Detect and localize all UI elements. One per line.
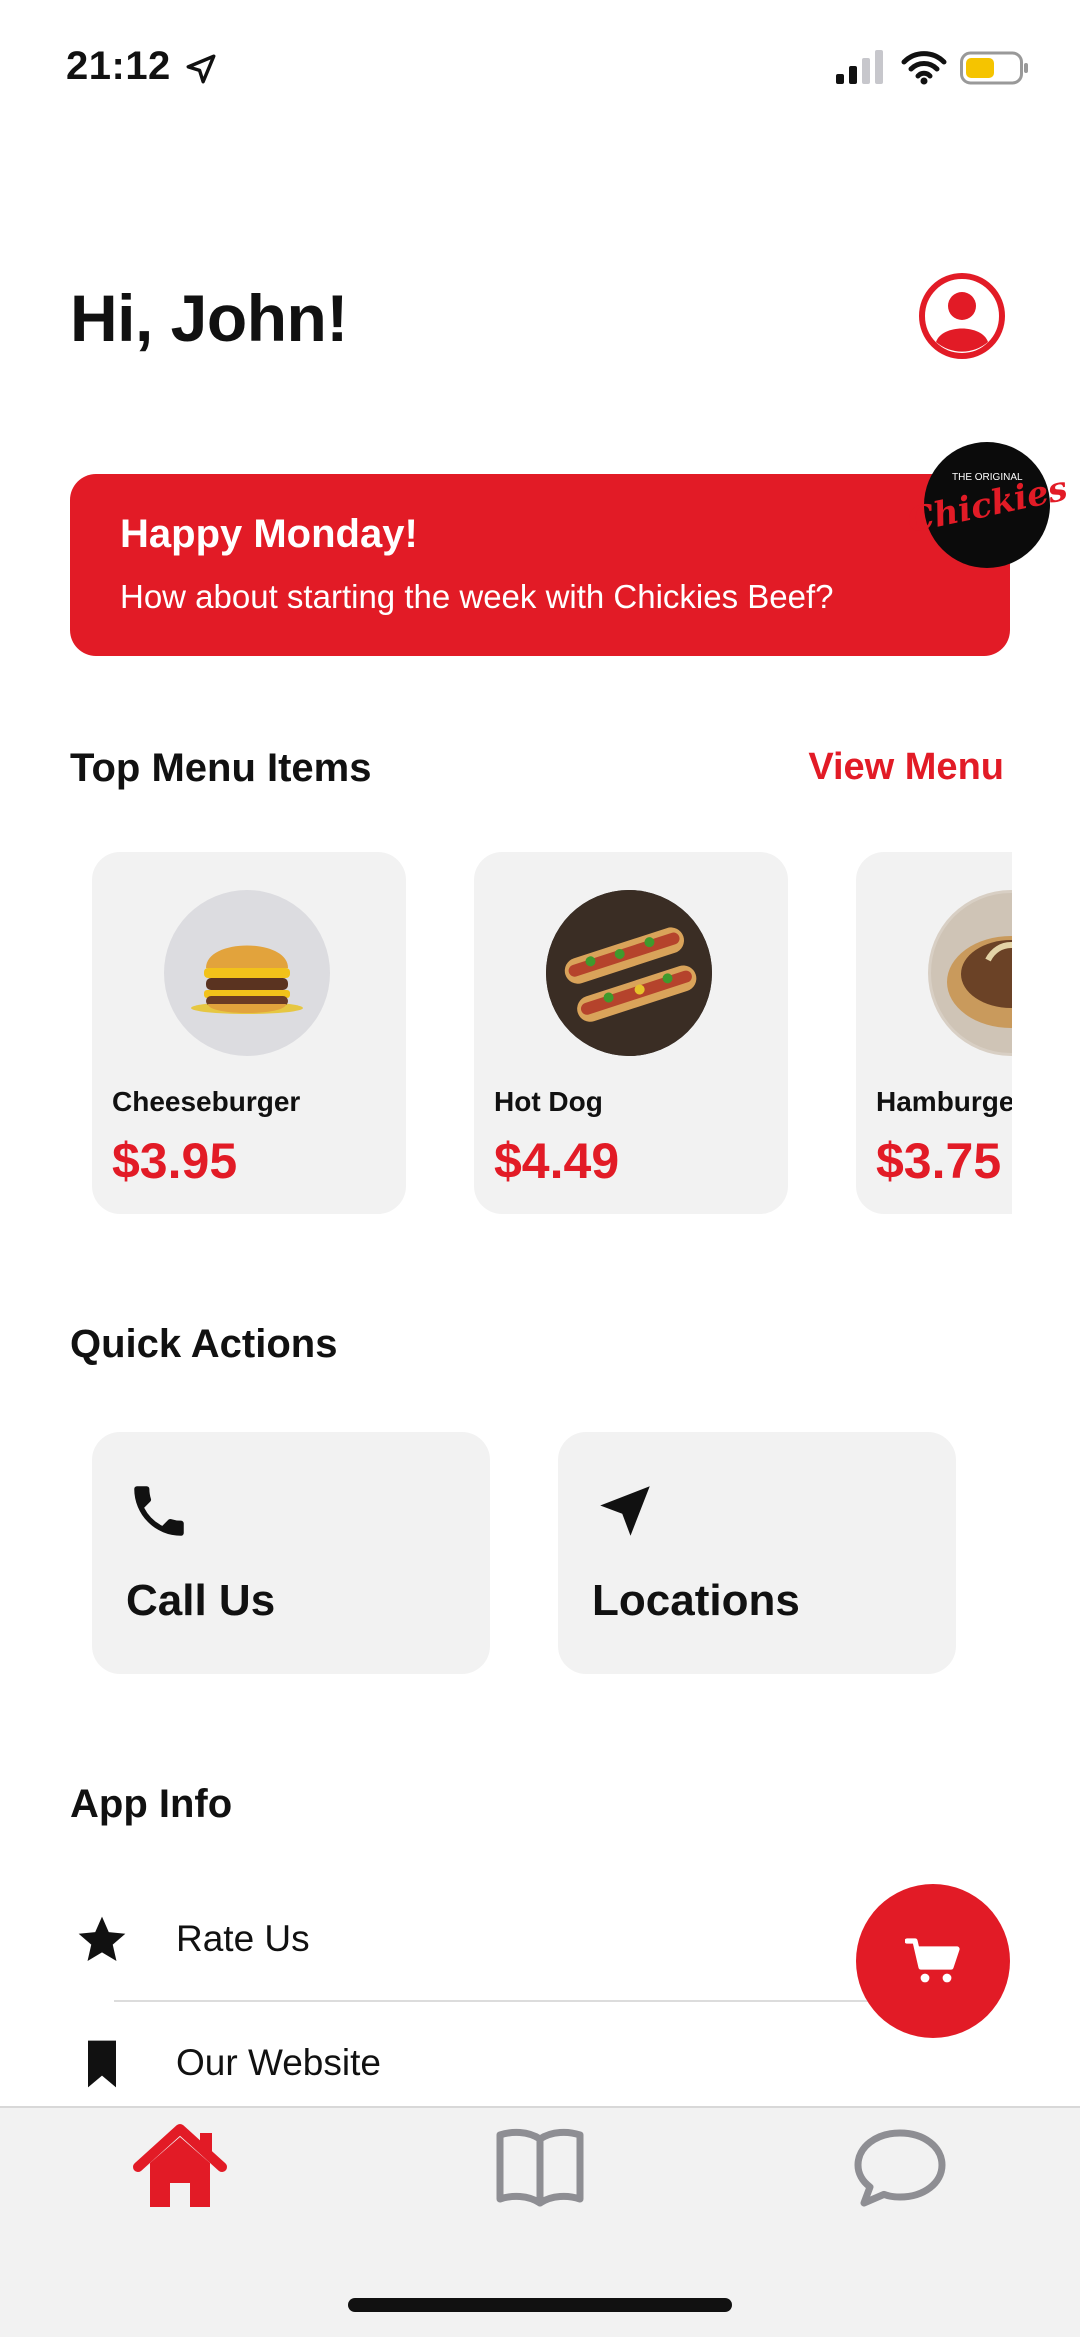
- chat-bubble-icon[interactable]: [852, 2122, 948, 2212]
- status-bar: 21:12: [0, 0, 1080, 130]
- menu-card-hot-dog[interactable]: Hot Dog $4.49: [474, 852, 788, 1214]
- call-us-label: Call Us: [126, 1576, 276, 1625]
- chickies-logo: THE ORIGINAL Chickies: [903, 442, 1071, 568]
- hot-dog-image: [546, 890, 712, 1056]
- home-icon[interactable]: [132, 2122, 228, 2212]
- battery-icon: [960, 51, 1028, 85]
- top-menu-title: Top Menu Items: [70, 746, 372, 790]
- menu-carousel[interactable]: Cheeseburger $3.95 Hot Dog $4.49 Hamburg…: [0, 852, 1012, 1216]
- cellular-signal-icon: [836, 50, 883, 84]
- navigation-arrow-icon: [600, 1486, 650, 1536]
- hamburger-image: [928, 890, 1012, 1056]
- cheeseburger-image: [164, 890, 330, 1056]
- home-indicator: [348, 2298, 732, 2312]
- rate-us-label: Rate Us: [176, 1918, 310, 1959]
- star-icon: [78, 1916, 126, 1961]
- menu-item-name: Hot Dog: [494, 1086, 603, 1117]
- book-icon[interactable]: [492, 2122, 588, 2212]
- view-menu-link[interactable]: View Menu: [808, 746, 1004, 789]
- promo-banner[interactable]: Happy Monday! How about starting the wee…: [70, 474, 1010, 656]
- menu-item-price: $3.75: [876, 1133, 1002, 1189]
- our-website-label: Our Website: [176, 2042, 381, 2083]
- location-arrow-icon: [186, 54, 216, 84]
- locations-button[interactable]: Locations: [558, 1432, 956, 1674]
- menu-card-hamburger[interactable]: Hamburger $3.75: [856, 852, 1012, 1214]
- bookmark-icon: [88, 2040, 116, 2088]
- menu-item-price: $3.95: [112, 1133, 238, 1189]
- menu-item-price: $4.49: [494, 1133, 620, 1189]
- status-time: 21:12: [66, 44, 171, 88]
- cart-button[interactable]: [856, 1884, 1010, 2038]
- user-circle-icon[interactable]: [918, 272, 1006, 360]
- menu-item-name: Hamburger: [876, 1086, 1012, 1117]
- wifi-icon: [901, 51, 947, 85]
- locations-label: Locations: [592, 1576, 800, 1625]
- call-us-button[interactable]: Call Us: [92, 1432, 490, 1674]
- greeting-title: Hi, John!: [70, 281, 348, 355]
- quick-actions-title: Quick Actions: [70, 1322, 338, 1366]
- phone-icon: [134, 1486, 184, 1536]
- menu-item-name: Cheeseburger: [112, 1086, 301, 1117]
- promo-subtitle: How about starting the week with Chickie…: [120, 578, 834, 615]
- cart-icon: [905, 1938, 960, 1983]
- app-info-title: App Info: [70, 1782, 233, 1826]
- menu-card-cheeseburger[interactable]: Cheeseburger $3.95: [92, 852, 406, 1214]
- rate-us-row[interactable]: Rate Us: [70, 1878, 940, 2002]
- promo-title: Happy Monday!: [120, 512, 418, 556]
